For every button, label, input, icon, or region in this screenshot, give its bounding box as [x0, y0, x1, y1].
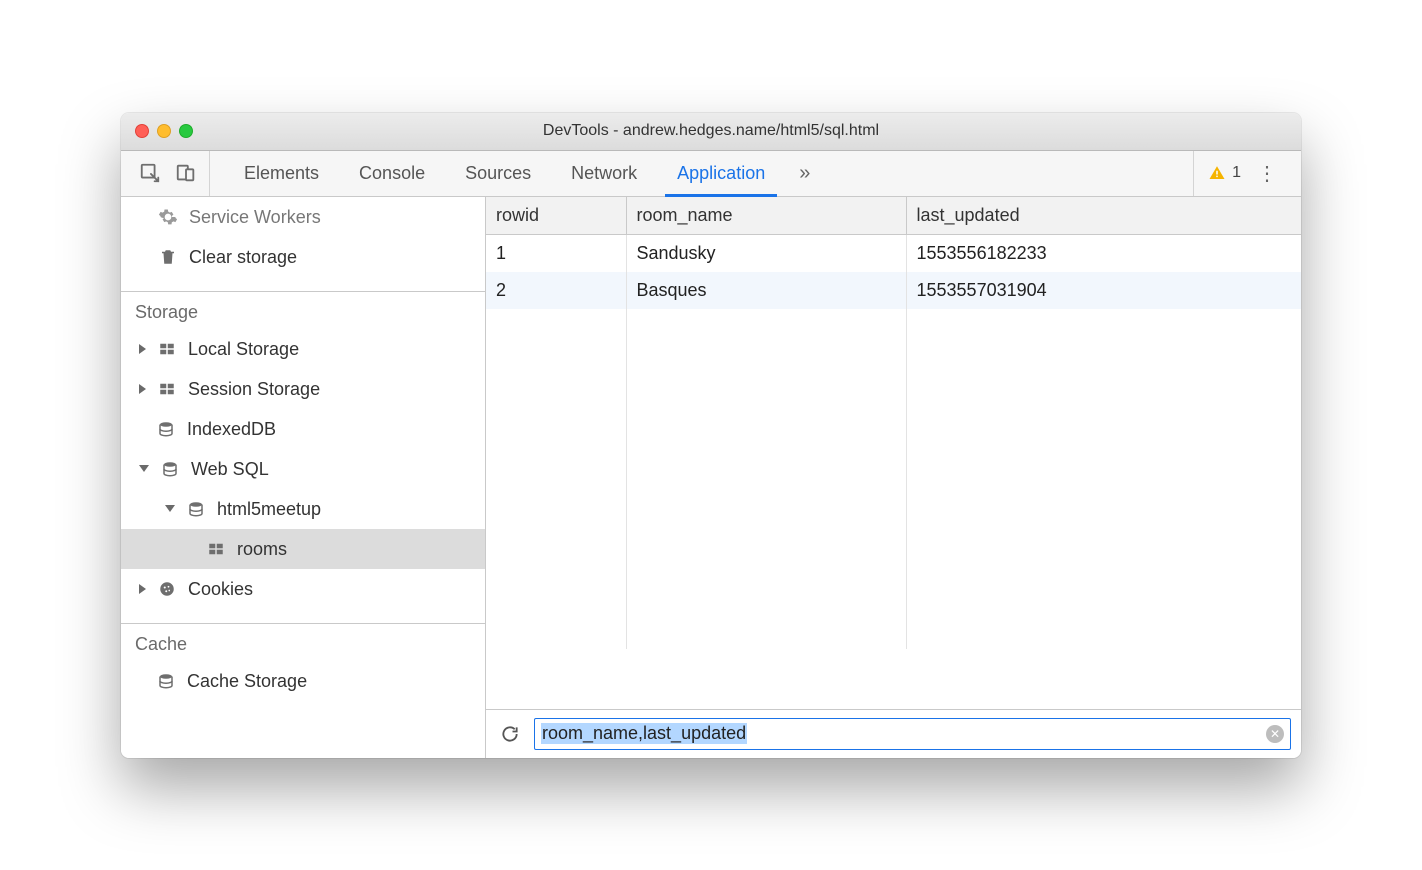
sidebar-item-web-sql[interactable]: Web SQL	[121, 449, 485, 489]
table-icon	[156, 378, 178, 400]
cell-rowid: 1	[486, 234, 626, 272]
table-icon	[205, 538, 227, 560]
warnings-count: 1	[1232, 164, 1241, 182]
gear-icon	[157, 206, 179, 228]
collapse-icon	[139, 465, 149, 472]
database-icon	[185, 498, 207, 520]
sidebar-item-label: Cache Storage	[187, 667, 307, 695]
expand-icon	[139, 384, 146, 394]
tab-application[interactable]: Application	[657, 151, 785, 196]
query-bar: room_name,last_updated ✕	[486, 710, 1301, 758]
sidebar-item-label: rooms	[237, 535, 287, 563]
database-icon	[159, 458, 181, 480]
sidebar-item-table-rooms[interactable]: rooms	[121, 529, 485, 569]
cell-room-name: Sandusky	[626, 234, 906, 272]
tabs-overflow-button[interactable]: »	[785, 151, 824, 196]
devtools-window: DevTools - andrew.hedges.name/html5/sql.…	[121, 113, 1301, 758]
sidebar-item-label: Clear storage	[189, 243, 297, 271]
data-table: rowid room_name last_updated 1 Sandusky …	[486, 197, 1301, 710]
sidebar-item-service-workers[interactable]: Service Workers	[121, 197, 485, 237]
tab-label: Sources	[465, 163, 531, 184]
sidebar-section-storage: Storage	[121, 291, 485, 329]
content-area: rowid room_name last_updated 1 Sandusky …	[486, 197, 1301, 758]
sidebar-item-label: Cookies	[188, 575, 253, 603]
panel-tabs: Elements Console Sources Network Applica…	[210, 151, 1193, 196]
column-header-room-name[interactable]: room_name	[626, 197, 906, 235]
maximize-window-button[interactable]	[179, 124, 193, 138]
sidebar-item-database[interactable]: html5meetup	[121, 489, 485, 529]
tab-label: Application	[677, 163, 765, 184]
sidebar-item-session-storage[interactable]: Session Storage	[121, 369, 485, 409]
tab-elements[interactable]: Elements	[224, 151, 339, 196]
column-header-rowid[interactable]: rowid	[486, 197, 626, 235]
trash-icon	[157, 246, 179, 268]
sidebar-item-label: Session Storage	[188, 375, 320, 403]
tab-label: Network	[571, 163, 637, 184]
tab-sources[interactable]: Sources	[445, 151, 551, 196]
clear-input-button[interactable]: ✕	[1266, 725, 1284, 743]
query-input[interactable]: room_name,last_updated ✕	[534, 718, 1291, 750]
window-title: DevTools - andrew.hedges.name/html5/sql.…	[121, 122, 1301, 140]
close-window-button[interactable]	[135, 124, 149, 138]
minimize-window-button[interactable]	[157, 124, 171, 138]
warning-icon	[1208, 164, 1226, 182]
sidebar-item-indexeddb[interactable]: IndexedDB	[121, 409, 485, 449]
tab-network[interactable]: Network	[551, 151, 657, 196]
expand-icon	[139, 344, 146, 354]
database-icon	[155, 670, 177, 692]
more-options-button[interactable]: ⋮	[1253, 161, 1281, 186]
tab-label: Console	[359, 163, 425, 184]
tabbar-right: 1 ⋮	[1193, 151, 1295, 196]
sidebar-item-cookies[interactable]: Cookies	[121, 569, 485, 609]
sidebar-item-label: Web SQL	[191, 455, 269, 483]
warnings-indicator[interactable]: 1	[1208, 164, 1241, 182]
refresh-icon	[500, 724, 520, 744]
sidebar-section-cache: Cache	[121, 623, 485, 661]
sidebar-item-clear-storage[interactable]: Clear storage	[121, 237, 485, 277]
cell-room-name: Basques	[626, 272, 906, 309]
table-row[interactable]: 2 Basques 1553557031904	[486, 272, 1301, 309]
sidebar-item-local-storage[interactable]: Local Storage	[121, 329, 485, 369]
table-icon	[156, 338, 178, 360]
cell-last-updated: 1553557031904	[906, 272, 1301, 309]
refresh-button[interactable]	[496, 720, 524, 748]
kebab-icon: ⋮	[1257, 163, 1277, 185]
query-input-value: room_name,last_updated	[541, 723, 747, 744]
sidebar-item-cache-storage[interactable]: Cache Storage	[121, 661, 485, 701]
sidebar-item-label: Local Storage	[188, 335, 299, 363]
tab-label: Elements	[244, 163, 319, 184]
devtools-tabbar: Elements Console Sources Network Applica…	[121, 151, 1301, 197]
window-controls	[121, 124, 193, 138]
close-icon: ✕	[1270, 727, 1280, 741]
table-header-row: rowid room_name last_updated	[486, 197, 1301, 235]
cookie-icon	[156, 578, 178, 600]
panel-body: Service Workers Clear storage Storage Lo…	[121, 197, 1301, 758]
expand-icon	[139, 584, 146, 594]
column-header-last-updated[interactable]: last_updated	[906, 197, 1301, 235]
sidebar-item-label: Service Workers	[189, 203, 321, 231]
device-toggle-icon[interactable]	[175, 162, 197, 184]
chevron-double-right-icon: »	[799, 162, 810, 185]
inspect-controls	[127, 151, 210, 196]
cell-rowid: 2	[486, 272, 626, 309]
cell-last-updated: 1553556182233	[906, 234, 1301, 272]
sidebar-item-label: html5meetup	[217, 495, 321, 523]
sidebar-item-label: IndexedDB	[187, 415, 276, 443]
application-sidebar: Service Workers Clear storage Storage Lo…	[121, 197, 486, 758]
table-row[interactable]: 1 Sandusky 1553556182233	[486, 234, 1301, 272]
database-icon	[155, 418, 177, 440]
table-empty-space	[486, 309, 1301, 649]
titlebar: DevTools - andrew.hedges.name/html5/sql.…	[121, 113, 1301, 151]
tab-console[interactable]: Console	[339, 151, 445, 196]
collapse-icon	[165, 505, 175, 512]
inspect-element-icon[interactable]	[139, 162, 161, 184]
